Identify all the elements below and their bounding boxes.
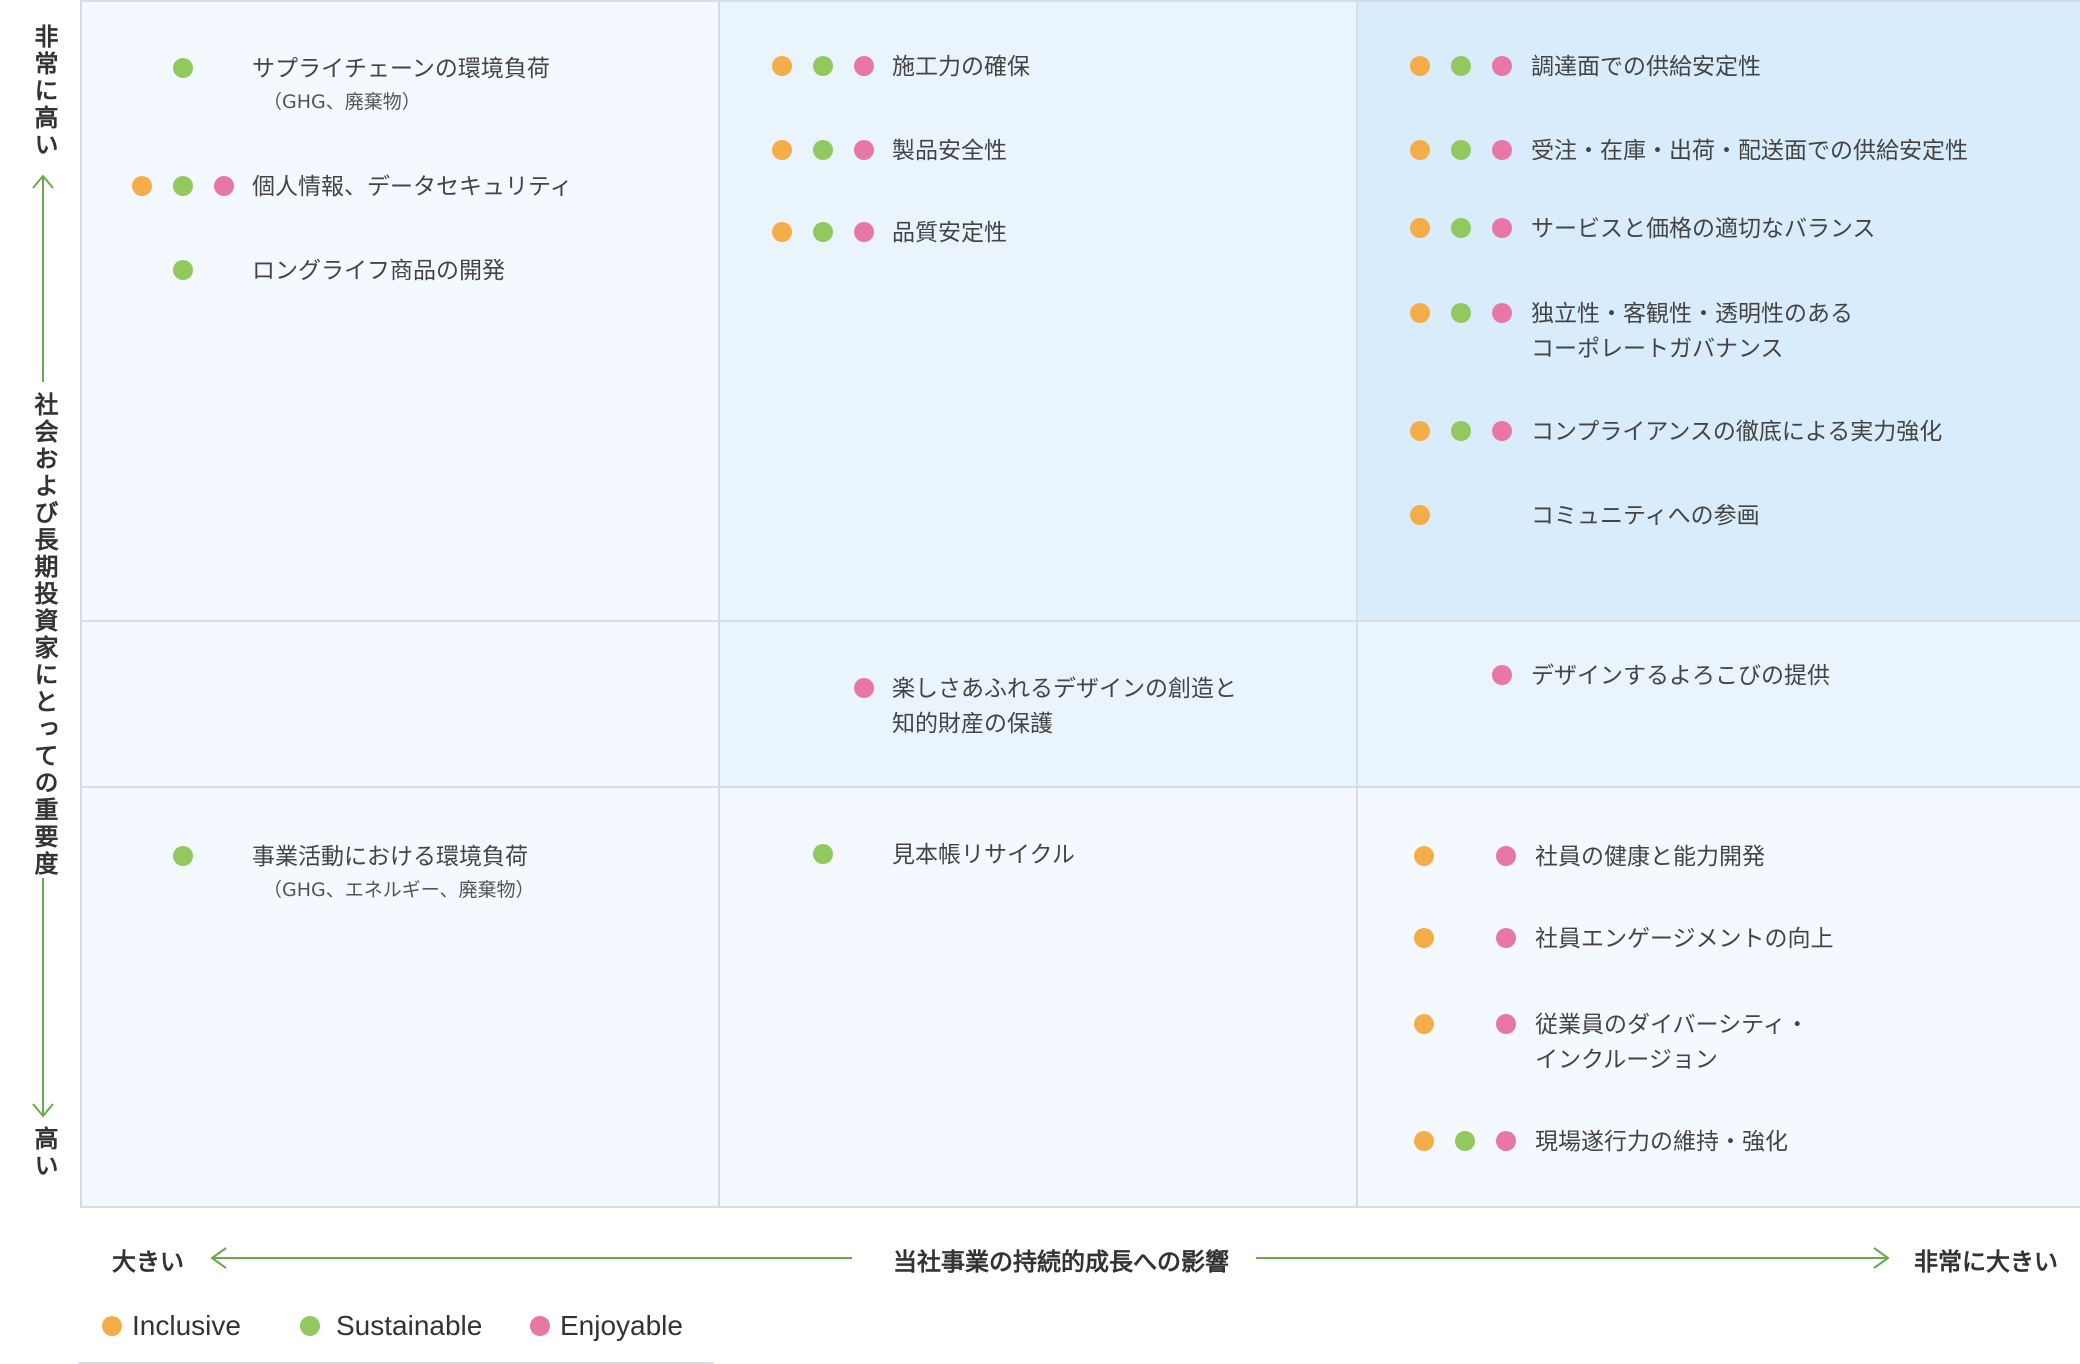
grid-line-bottom bbox=[81, 1206, 2080, 1208]
enjoyable-dot-icon bbox=[1492, 665, 1512, 685]
item-label: 社員の健康と能力開発 bbox=[1535, 844, 1765, 870]
inclusive-dot-icon bbox=[1410, 140, 1430, 160]
inclusive-dot-icon bbox=[1414, 1131, 1434, 1151]
item-label-line2: コーポレートガバナンス bbox=[1531, 336, 1784, 362]
materiality-item: 個人情報、データセキュリティ bbox=[0, 174, 2080, 216]
x-axis-title: 当社事業の持続的成長への影響 bbox=[893, 1248, 1229, 1276]
grid-line-top bbox=[81, 0, 2080, 2]
inclusive-dot-icon bbox=[1410, 56, 1430, 76]
inclusive-dot-icon bbox=[1410, 505, 1430, 525]
x-axis-left-arrow-icon bbox=[210, 1247, 852, 1269]
item-label: 調達面での供給安定性 bbox=[1531, 54, 1761, 80]
legend-label: Inclusive bbox=[132, 1310, 241, 1341]
materiality-item: 社員エンゲージメントの向上 bbox=[0, 926, 2080, 968]
inclusive-dot-icon bbox=[1410, 218, 1430, 238]
materiality-item: 調達面での供給安定性 bbox=[0, 54, 2080, 96]
sustainable-dot-icon bbox=[300, 1316, 320, 1336]
item-label: コンプライアンスの徹底による実力強化 bbox=[1531, 419, 1943, 445]
x-axis-right-arrow-icon bbox=[1256, 1247, 1890, 1269]
materiality-item: 独立性・客観性・透明性のある コーポレートガバナンス bbox=[0, 301, 2080, 362]
inclusive-dot-icon bbox=[1414, 846, 1434, 866]
materiality-item: コミュニティへの参画 bbox=[0, 503, 2080, 545]
item-label: 受注・在庫・出荷・配送面での供給安定性 bbox=[1531, 138, 1968, 164]
legend-label: Enjoyable bbox=[560, 1310, 683, 1341]
materiality-item: サービスと価格の適切なバランス bbox=[0, 216, 2080, 258]
materiality-item: コンプライアンスの徹底による実力強化 bbox=[0, 419, 2080, 461]
inclusive-dot-icon bbox=[1414, 928, 1434, 948]
enjoyable-dot-icon bbox=[1492, 140, 1512, 160]
sustainable-dot-icon bbox=[173, 260, 193, 280]
inclusive-dot-icon bbox=[102, 1316, 122, 1336]
inclusive-dot-icon bbox=[1410, 421, 1430, 441]
materiality-item: ロングライフ商品の開発 bbox=[0, 258, 2080, 300]
grid-line-h1 bbox=[81, 620, 2080, 622]
enjoyable-dot-icon bbox=[1492, 303, 1512, 323]
item-label: 社員エンゲージメントの向上 bbox=[1535, 926, 1834, 952]
materiality-item: デザインするよろこびの提供 bbox=[0, 663, 2080, 705]
item-label: 従業員のダイバーシティ・ bbox=[1535, 1012, 1809, 1038]
sustainable-dot-icon bbox=[1451, 421, 1471, 441]
x-axis-right-label: 非常に大きい bbox=[1914, 1248, 2058, 1276]
item-label: サービスと価格の適切なバランス bbox=[1531, 216, 1876, 242]
sustainable-dot-icon bbox=[1451, 56, 1471, 76]
sustainable-dot-icon bbox=[1451, 140, 1471, 160]
item-label: デザインするよろこびの提供 bbox=[1531, 663, 1830, 689]
x-axis-left-label: 大きい bbox=[112, 1248, 184, 1276]
item-label: コミュニティへの参画 bbox=[1531, 503, 1760, 529]
item-label-line2: 知的財産の保護 bbox=[892, 711, 1053, 737]
y-axis-title: 社会および長期投資家にとっての重要度 bbox=[30, 392, 58, 878]
enjoyable-dot-icon bbox=[1492, 218, 1512, 238]
sustainable-dot-icon bbox=[1455, 1131, 1475, 1151]
sustainable-dot-icon bbox=[1451, 303, 1471, 323]
enjoyable-dot-icon bbox=[1492, 56, 1512, 76]
item-label-line2: インクルージョン bbox=[1535, 1047, 1718, 1073]
sustainable-dot-icon bbox=[1451, 218, 1471, 238]
enjoyable-dot-icon bbox=[1496, 1014, 1516, 1034]
enjoyable-dot-icon bbox=[1496, 846, 1516, 866]
materiality-item: 社員の健康と能力開発 bbox=[0, 844, 2080, 886]
item-label: 現場遂行力の維持・強化 bbox=[1535, 1129, 1788, 1155]
grid-line-h2 bbox=[81, 786, 2080, 788]
enjoyable-dot-icon bbox=[1496, 928, 1516, 948]
inclusive-dot-icon bbox=[1414, 1014, 1434, 1034]
y-axis-down-arrow-icon bbox=[32, 878, 54, 1118]
enjoyable-dot-icon bbox=[530, 1316, 550, 1336]
materiality-item: 現場遂行力の維持・強化 bbox=[0, 1129, 2080, 1171]
materiality-item: 受注・在庫・出荷・配送面での供給安定性 bbox=[0, 138, 2080, 180]
legend-label: Sustainable bbox=[336, 1310, 483, 1341]
materiality-item: 従業員のダイバーシティ・ インクルージョン bbox=[0, 1012, 2080, 1073]
enjoyable-dot-icon bbox=[1496, 1131, 1516, 1151]
enjoyable-dot-icon bbox=[1492, 421, 1512, 441]
item-label: 独立性・客観性・透明性のある bbox=[1531, 301, 1853, 327]
inclusive-dot-icon bbox=[1410, 303, 1430, 323]
